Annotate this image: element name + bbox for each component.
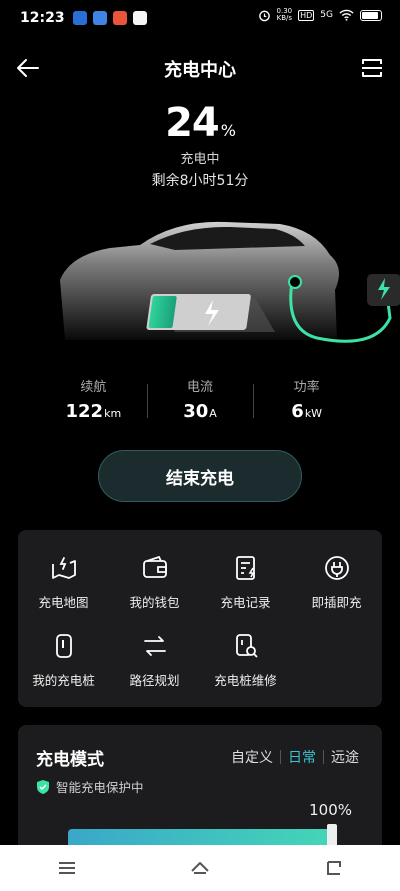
menu-icon[interactable] <box>56 857 78 879</box>
grid-label: 即插即充 <box>311 595 362 610</box>
tab-daily[interactable]: 日常 <box>281 747 323 767</box>
stat-value: 122km <box>40 401 147 422</box>
grid-item-my-charger[interactable]: 我的充电桩 <box>18 632 109 689</box>
stat-number: 30 <box>183 401 209 422</box>
shield-check-icon <box>37 779 49 794</box>
grid-label: 我的钱包 <box>129 595 180 610</box>
status-bar: 12:23 0.30 KB/s HD 5G <box>0 0 400 36</box>
battery-graphic <box>146 294 275 332</box>
stat-value: 6kW <box>253 401 360 422</box>
wallet-icon <box>142 555 167 578</box>
scan-icon[interactable] <box>360 56 384 80</box>
hd-badge: HD <box>298 9 315 21</box>
net-speed: 0.30 KB/s <box>277 8 293 22</box>
charging-mode-card: 充电模式 自定义 日常 远途 智能充电保护中 100% <box>18 725 382 865</box>
grid-label: 我的充电桩 <box>32 673 95 688</box>
back-icon[interactable] <box>322 857 344 879</box>
remaining-time: 剩余8小时51分 <box>151 173 249 189</box>
home-icon[interactable] <box>189 857 211 879</box>
stat-number: 122 <box>65 401 104 422</box>
battery-level-fill <box>148 296 177 328</box>
stat-current: 电流 30A <box>146 376 254 422</box>
stat-unit: km <box>104 407 122 420</box>
tab-custom[interactable]: 自定义 <box>224 747 280 767</box>
plug-charge-icon <box>324 556 349 580</box>
status-time: 12:23 <box>20 10 65 26</box>
grid-item-wallet[interactable]: 我的钱包 <box>109 554 200 611</box>
battery-icon <box>360 9 382 21</box>
app-notification-icon <box>112 11 127 25</box>
grid-item-charger-repair[interactable]: 充电桩维修 <box>200 632 291 689</box>
top-bar: 充电中心 <box>0 50 400 86</box>
stat-unit: A <box>209 407 217 420</box>
percent-value: 24 <box>165 100 220 146</box>
protection-status: 智能充电保护中 <box>36 777 144 796</box>
car-charging-illustration <box>60 221 400 343</box>
system-nav-bar <box>0 845 400 891</box>
app-notification-icon <box>132 11 147 25</box>
charge-port-icon <box>288 275 302 289</box>
stat-number: 6 <box>291 401 304 422</box>
protection-label: 智能充电保护中 <box>56 780 144 795</box>
stat-label: 功率 <box>293 380 320 395</box>
mode-title: 充电模式 <box>36 750 104 770</box>
grid-item-route-planning[interactable]: 路径规划 <box>109 632 200 689</box>
app-notification-icon <box>72 11 87 25</box>
charger-station-icon <box>367 274 400 306</box>
stat-power: 功率 6kW <box>253 376 360 422</box>
charge-limit-label: 100% <box>309 801 352 819</box>
wifi-icon <box>339 9 354 21</box>
route-icon <box>143 636 166 656</box>
stat-value: 30A <box>147 401 254 422</box>
tab-long-trip[interactable]: 远途 <box>324 747 366 767</box>
stat-label: 续航 <box>80 380 107 395</box>
battery-percent: 24% <box>0 100 400 146</box>
grid-label: 充电桩维修 <box>214 673 277 688</box>
charge-status: 充电中 <box>180 152 220 167</box>
stat-unit: kW <box>304 407 323 420</box>
app-notification-icon <box>92 11 107 25</box>
grid-label: 充电记录 <box>220 595 271 610</box>
grid-label: 路径规划 <box>129 673 180 688</box>
percent-unit: % <box>220 121 236 140</box>
alarm-icon <box>258 10 270 21</box>
charger-pile-icon <box>55 634 72 658</box>
grid-item-plug-and-charge[interactable]: 即插即充 <box>291 554 382 611</box>
feature-grid: 充电地图 我的钱包 充电记录 即插即充 我的充电桩 路径规划 充电桩维修 <box>18 530 382 707</box>
map-charger-icon <box>51 557 76 579</box>
charge-stats: 续航 122km 电流 30A 功率 6kW <box>40 376 360 422</box>
net-speed-unit: KB/s <box>276 14 293 22</box>
page-title: 充电中心 <box>164 60 236 81</box>
stat-label: 电流 <box>187 380 214 395</box>
stat-range: 续航 122km <box>40 376 147 422</box>
records-icon <box>235 556 255 580</box>
grid-label: 充电地图 <box>38 595 89 610</box>
mode-tabs: 自定义 日常 远途 <box>224 747 366 767</box>
grid-item-charging-map[interactable]: 充电地图 <box>18 554 109 611</box>
signal-label: 5G <box>320 10 333 20</box>
repair-icon <box>235 634 258 658</box>
grid-item-charge-records[interactable]: 充电记录 <box>200 554 291 611</box>
end-charging-button[interactable]: 结束充电 <box>98 450 302 502</box>
